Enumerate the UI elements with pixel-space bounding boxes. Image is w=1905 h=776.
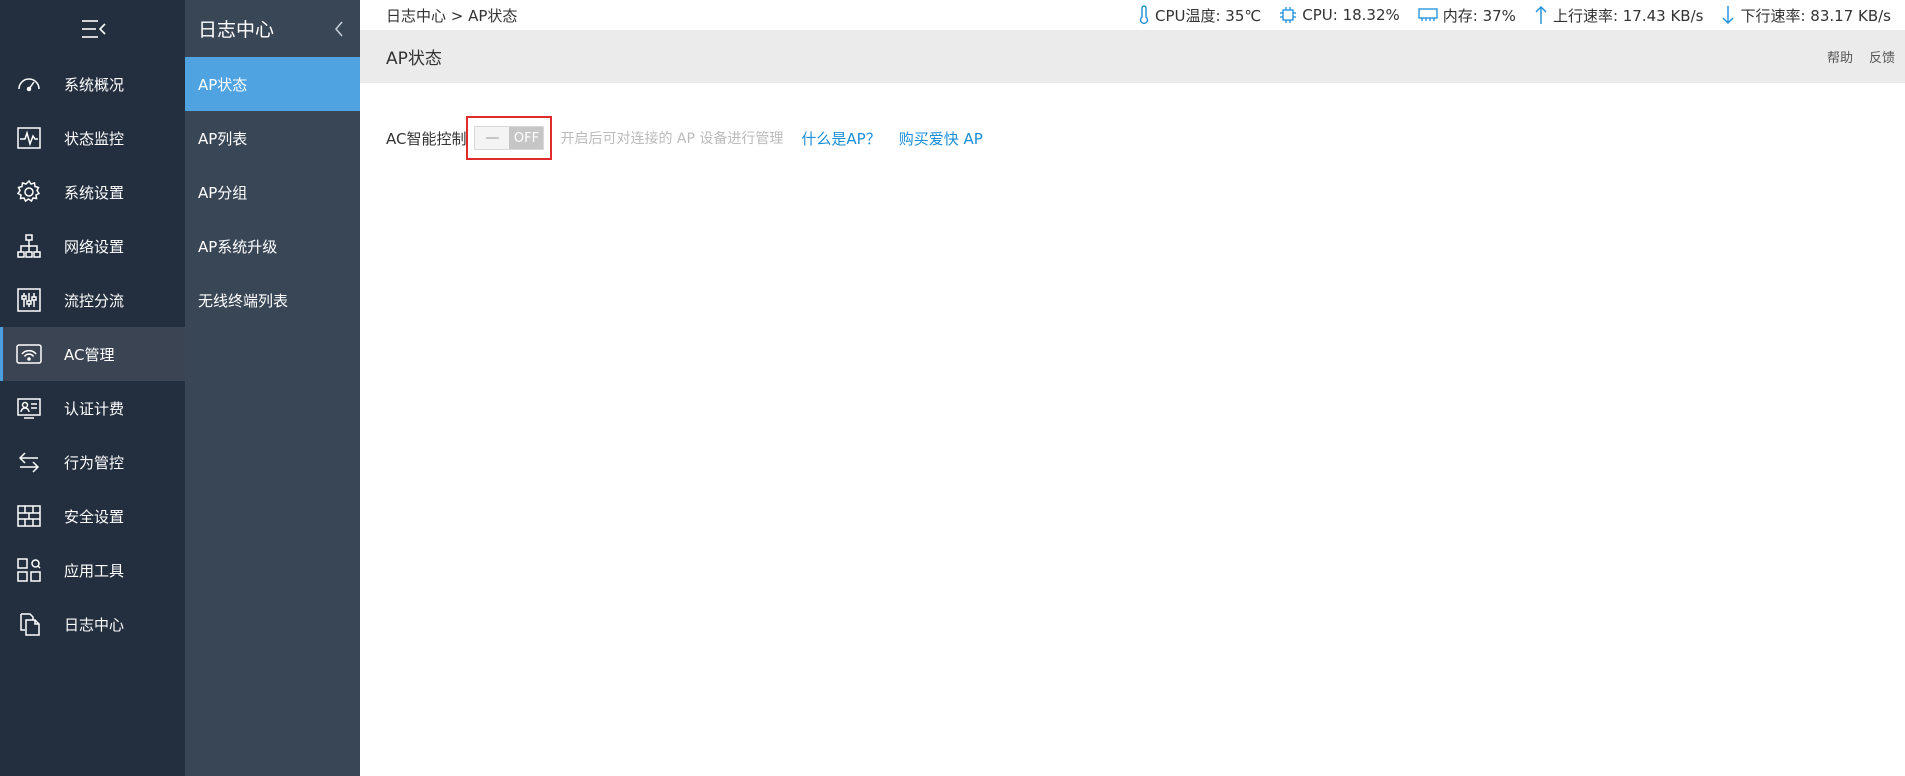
help-link[interactable]: 帮助 — [1827, 47, 1853, 66]
thermometer-icon — [1139, 5, 1149, 25]
sub-sidebar-item-ap-upgrade[interactable]: AP系统升级 — [185, 219, 360, 273]
memory-value: 内存: 37% — [1442, 6, 1516, 25]
page-header: AP状态 帮助 反馈 — [360, 30, 1905, 83]
arrow-down-icon — [1722, 6, 1734, 24]
sidebar-item-monitor[interactable]: 状态监控 — [0, 111, 185, 165]
page-header-links: 帮助 反馈 — [1827, 47, 1905, 66]
ac-control-toggle[interactable]: — OFF — [474, 126, 545, 150]
download-stat: 下行速率: 83.17 KB/s — [1721, 5, 1891, 26]
documents-icon — [14, 609, 44, 639]
memory-icon — [1418, 8, 1438, 21]
download-value: 下行速率: 83.17 KB/s — [1740, 6, 1891, 25]
sidebar-item-label: 系统设置 — [64, 183, 125, 202]
sub-sidebar-item-wireless-clients[interactable]: 无线终端列表 — [185, 273, 360, 327]
sidebar-item-overview[interactable]: 系统概况 — [0, 57, 185, 111]
firewall-icon — [14, 501, 44, 531]
ac-control-row: AC智能控制 — OFF 开启后可对连接的 AP 设备进行管理 什么是AP？ 购… — [386, 113, 983, 163]
sidebar-item-traffic-control[interactable]: 流控分流 — [0, 273, 185, 327]
breadcrumb: 日志中心 > AP状态 — [386, 6, 518, 25]
system-stats: CPU温度: 35℃ CPU: 18.32% 内存: 37% 上行速率: 17.… — [1120, 5, 1905, 26]
sidebar-item-label: AC管理 — [64, 345, 115, 364]
sub-sidebar-item-ap-list[interactable]: AP列表 — [185, 111, 360, 165]
sidebar-item-label: 认证计费 — [64, 399, 125, 418]
pulse-monitor-icon — [14, 123, 44, 153]
page-title: AP状态 — [386, 49, 442, 69]
cpu-temp-value: CPU温度: 35℃ — [1154, 6, 1262, 25]
sliders-icon — [14, 285, 44, 315]
main-content: AC智能控制 — OFF 开启后可对连接的 AP 设备进行管理 什么是AP？ 购… — [360, 83, 1905, 776]
cpu-stat: CPU: 18.32% — [1279, 6, 1400, 24]
gear-icon — [14, 177, 44, 207]
sub-sidebar: 日志中心 AP状态 AP列表 AP分组 AP系统升级 无线终端列表 — [185, 0, 360, 776]
sidebar-item-app-tools[interactable]: 应用工具 — [0, 543, 185, 597]
arrow-up-icon — [1535, 6, 1547, 24]
buy-ap-link[interactable]: 购买爱快 AP — [899, 128, 983, 149]
swap-arrows-icon — [14, 447, 44, 477]
sidebar-item-label: 日志中心 — [64, 615, 125, 634]
upload-stat: 上行速率: 17.43 KB/s — [1534, 5, 1704, 26]
memory-stat: 内存: 37% — [1418, 5, 1516, 26]
sub-sidebar-title: 日志中心 — [198, 19, 275, 41]
sidebar-item-label: 网络设置 — [64, 237, 125, 256]
sidebar-toggle-button[interactable] — [0, 0, 185, 57]
top-status-bar: 日志中心 > AP状态 CPU温度: 35℃ CPU: 18.32% 内存: 3… — [360, 0, 1905, 30]
id-card-icon — [14, 393, 44, 423]
sidebar-item-behavior-control[interactable]: 行为管控 — [0, 435, 185, 489]
sidebar-item-network[interactable]: 网络设置 — [0, 219, 185, 273]
sidebar-item-label: 应用工具 — [64, 561, 125, 580]
switch-highlight-box: — OFF — [466, 116, 553, 160]
sidebar-item-label: 安全设置 — [64, 507, 125, 526]
cpu-temp-stat: CPU温度: 35℃ — [1138, 5, 1261, 26]
chevron-left-icon[interactable] — [333, 20, 345, 38]
ac-control-hint: 开启后可对连接的 AP 设备进行管理 — [560, 131, 784, 147]
main-sidebar: 系统概况 状态监控 系统设置 网络设置 流控分流 AC管理 认证计费 行为管控 … — [0, 0, 185, 776]
sidebar-item-label: 系统概况 — [64, 75, 125, 94]
sidebar-item-label: 流控分流 — [64, 291, 125, 310]
ac-control-label: AC智能控制 — [386, 129, 467, 148]
sub-sidebar-item-ap-status[interactable]: AP状态 — [185, 57, 360, 111]
menu-collapse-icon — [81, 19, 106, 38]
upload-value: 上行速率: 17.43 KB/s — [1552, 6, 1704, 25]
sidebar-item-ac-management[interactable]: AC管理 — [0, 327, 185, 381]
cpu-chip-icon — [1280, 7, 1297, 23]
cpu-value: CPU: 18.32% — [1302, 6, 1400, 24]
sidebar-item-system-settings[interactable]: 系统设置 — [0, 165, 185, 219]
sidebar-item-label: 状态监控 — [64, 129, 125, 148]
network-tree-icon — [14, 231, 44, 261]
sub-sidebar-header: 日志中心 — [185, 0, 360, 57]
toggle-off-side: OFF — [509, 127, 544, 149]
toggle-on-side: — — [485, 130, 500, 146]
feedback-link[interactable]: 反馈 — [1869, 47, 1895, 66]
sidebar-item-auth-billing[interactable]: 认证计费 — [0, 381, 185, 435]
sidebar-item-log-center[interactable]: 日志中心 — [0, 597, 185, 651]
what-is-ap-link[interactable]: 什么是AP？ — [801, 128, 880, 149]
sidebar-item-label: 行为管控 — [64, 453, 125, 472]
wifi-router-icon — [14, 339, 44, 369]
sub-sidebar-item-ap-group[interactable]: AP分组 — [185, 165, 360, 219]
apps-tools-icon — [14, 555, 44, 585]
sidebar-item-security[interactable]: 安全设置 — [0, 489, 185, 543]
speedometer-icon — [14, 69, 44, 99]
